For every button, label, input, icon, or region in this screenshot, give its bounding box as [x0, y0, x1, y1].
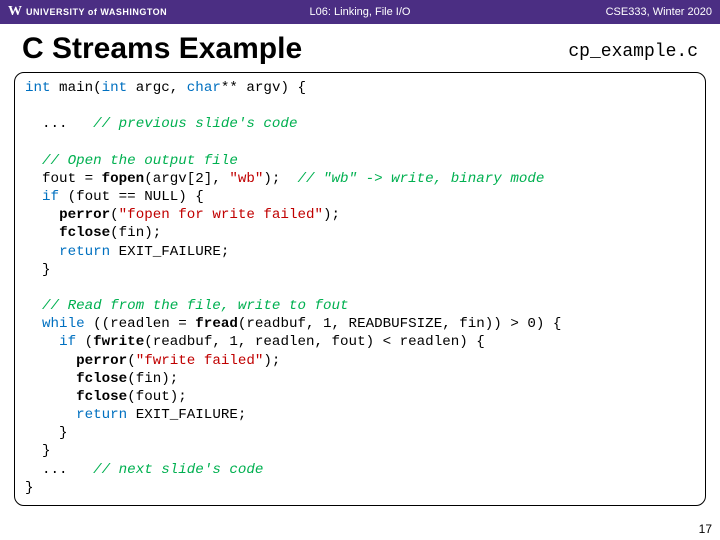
comment-open: // Open the output file	[42, 153, 238, 169]
str-fopenfail: "fopen for write failed"	[119, 207, 323, 223]
uw-text: UNIVERSITY of WASHINGTON	[26, 7, 167, 17]
comment-next: // next slide's code	[93, 462, 263, 478]
comment-wb: // "wb" -> write, binary mode	[297, 171, 544, 187]
fn-fopen: fopen	[102, 171, 145, 187]
fn-fclose2: fclose	[76, 371, 127, 387]
kw-return1: return	[59, 244, 110, 260]
kw-if: if	[42, 189, 59, 205]
page-number: 17	[699, 522, 712, 536]
comment-prev: // previous slide's code	[93, 116, 297, 132]
str-wb: "wb"	[229, 171, 263, 187]
kw-int: int	[25, 80, 51, 96]
course-label: CSE333, Winter 2020	[606, 6, 712, 18]
lecture-label: L06: Linking, File I/O	[310, 6, 411, 18]
uw-glyph: W	[8, 4, 22, 20]
code-box: int main(int argc, char** argv) { ... //…	[14, 72, 706, 506]
university-logo: W UNIVERSITY of WASHINGTON	[8, 4, 167, 20]
fn-fread: fread	[195, 316, 238, 332]
slide-title: C Streams Example	[22, 32, 568, 66]
comment-read: // Read from the file, write to fout	[42, 298, 349, 314]
kw-char: char	[187, 80, 221, 96]
kw-int2: int	[102, 80, 128, 96]
fn-fwrite: fwrite	[93, 334, 144, 350]
kw-if2: if	[59, 334, 76, 350]
str-fwritefail: "fwrite failed"	[136, 353, 264, 369]
fn-perror2: perror	[76, 353, 127, 369]
fn-perror: perror	[59, 207, 110, 223]
kw-while: while	[42, 316, 85, 332]
title-row: C Streams Example cp_example.c	[0, 24, 720, 70]
source-filename: cp_example.c	[568, 42, 698, 66]
kw-return2: return	[76, 407, 127, 423]
fn-fclose3: fclose	[76, 389, 127, 405]
fn-fclose1: fclose	[59, 225, 110, 241]
header-bar: W UNIVERSITY of WASHINGTON L06: Linking,…	[0, 0, 720, 24]
slide: W UNIVERSITY of WASHINGTON L06: Linking,…	[0, 0, 720, 540]
